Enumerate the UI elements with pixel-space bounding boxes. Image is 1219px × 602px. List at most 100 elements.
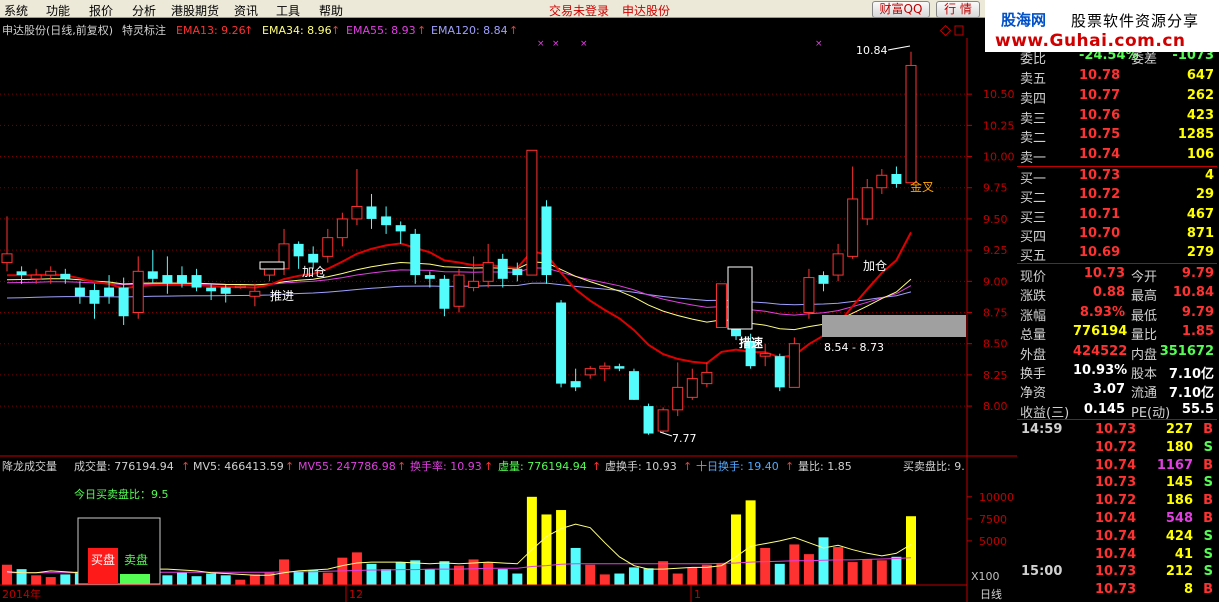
current-stock-name: 申达股份 [622, 4, 671, 18]
tick-row: 10.73 145 S [1017, 475, 1217, 493]
tick-row: 10.72 186 B [1017, 493, 1217, 511]
volume-bar [249, 574, 260, 585]
divider [1017, 263, 1217, 264]
candle-body [395, 225, 406, 232]
white-box-marker-small [259, 261, 285, 270]
stat-value: 1.85 [1181, 324, 1214, 340]
candle-body [206, 287, 217, 292]
ask-row[interactable]: 卖一 10.74 106 [1017, 146, 1217, 167]
price-tick-label: 9.00 [983, 275, 1008, 288]
label: 买四 [1020, 229, 1047, 245]
trade-login-status[interactable]: 交易未登录 [549, 2, 609, 19]
menu-news[interactable]: 资讯 [234, 2, 258, 19]
volume-bar [731, 514, 742, 585]
candle-body [905, 64, 917, 184]
menu-function[interactable]: 功能 [46, 2, 70, 19]
volume: 262 [1186, 87, 1214, 103]
bid-row[interactable]: 买五 10.69 279 [1017, 244, 1217, 265]
candle [847, 166, 859, 259]
wealth-qq-button[interactable]: 财富QQ [872, 1, 930, 18]
candle-body [891, 174, 902, 184]
menu-hk-futures[interactable]: 港股期货 [171, 2, 219, 19]
tick-side: S [1203, 546, 1213, 562]
stat-row: 收益(三) 0.145 PE(动) 55.5 [1017, 401, 1217, 421]
today-bs-ratio: 今日买卖盘比：9.5 [74, 487, 169, 501]
menu-quote[interactable]: 报价 [89, 2, 113, 19]
tick-price: 10.74 [1095, 457, 1137, 473]
candle [497, 253, 508, 288]
window-icon[interactable] [954, 25, 964, 36]
volume-bar [483, 562, 494, 585]
menu-system[interactable]: 系统 [4, 2, 28, 19]
volume-bar [424, 569, 435, 585]
ten-turn-arrow-icon: ↑ [785, 460, 794, 473]
stat-row: 涨幅 8.93% 最低 9.79 [1017, 304, 1217, 324]
volume-bar [293, 571, 304, 585]
volume-bar [760, 547, 771, 585]
jincha-label: 金叉 [910, 179, 934, 194]
volume-bar [206, 573, 217, 585]
support-zone [822, 315, 966, 337]
candle [351, 169, 363, 226]
sell-label: 卖盘 [124, 552, 148, 567]
volume-bar [235, 579, 246, 585]
candle-body [526, 149, 538, 276]
vol-tick-label: 7500 [979, 513, 1007, 526]
volume-bar [220, 575, 231, 585]
tick-price: 10.73 [1095, 564, 1137, 580]
volume: 106 [1186, 147, 1214, 163]
bid-row[interactable]: 买四 10.70 871 [1017, 225, 1217, 245]
volume-bar [585, 564, 596, 585]
candle [628, 368, 639, 400]
stat-value: 7.10亿 [1168, 386, 1214, 402]
quote-button[interactable]: 行 情 [936, 1, 980, 18]
volume-bar [599, 574, 610, 585]
candle-body [715, 283, 727, 328]
logo-url: www.Guhai.com.cn [995, 31, 1186, 51]
volume-bar [716, 563, 727, 585]
stat-label: 量比 [1131, 328, 1158, 344]
candle [832, 243, 844, 282]
bid-row[interactable]: 买三 10.71 467 [1017, 206, 1217, 226]
mv5-arrow-icon: ↑ [285, 460, 294, 473]
bid-row[interactable]: 买一 10.73 4 [1017, 167, 1217, 187]
candle-body [263, 268, 275, 276]
label: 买五 [1020, 249, 1047, 265]
ema34-value: EMA34: 8.96 [262, 24, 332, 37]
volume-bar [410, 560, 421, 585]
volume-bar [556, 510, 567, 585]
menu-help[interactable]: 帮助 [319, 2, 343, 19]
tick-price: 10.73 [1095, 475, 1137, 491]
bid-row[interactable]: 买二 10.72 29 [1017, 186, 1217, 206]
tick-side: S [1203, 564, 1213, 580]
stat-value: 10.84 [1172, 285, 1214, 301]
candle [686, 368, 698, 400]
kline-chart[interactable]: 申达股份(日线,前复权) 特灵标注 EMA13: 9.26 EMA34: 8.9… [0, 18, 1017, 602]
menu-tools[interactable]: 工具 [276, 2, 300, 19]
candle-body [30, 274, 42, 280]
candle [818, 271, 829, 292]
tick-volume: 212 [1165, 564, 1193, 580]
menu-analysis[interactable]: 分析 [132, 2, 156, 19]
turnover-arrow-icon: ↑ [484, 460, 493, 473]
period-daily[interactable]: 日线 [980, 587, 1002, 601]
signal-marker: × [552, 39, 560, 49]
weicha-value: -1073 [1172, 52, 1214, 63]
ask-row[interactable]: 卖五 10.78 647 [1017, 67, 1217, 87]
candle-body [162, 275, 173, 284]
diamond-icon[interactable] [939, 24, 952, 37]
stat-value: 8.93% [1079, 304, 1125, 320]
ask-row[interactable]: 卖二 10.75 1285 [1017, 126, 1217, 146]
stat-row: 总量 776194 量比 1.85 [1017, 323, 1217, 344]
ask-row[interactable]: 卖三 10.76 423 [1017, 107, 1217, 127]
label: 卖一 [1020, 151, 1047, 167]
candle-body [439, 278, 450, 309]
candle-body [774, 356, 785, 388]
volume-bar [614, 573, 625, 585]
ask-row[interactable]: 卖四 10.77 262 [1017, 87, 1217, 107]
price-tick-label: 8.75 [983, 307, 1008, 320]
candle [614, 363, 625, 372]
jiacang-label-2: 加仓 [863, 259, 887, 273]
candle-body [468, 280, 480, 289]
candle [701, 362, 713, 388]
